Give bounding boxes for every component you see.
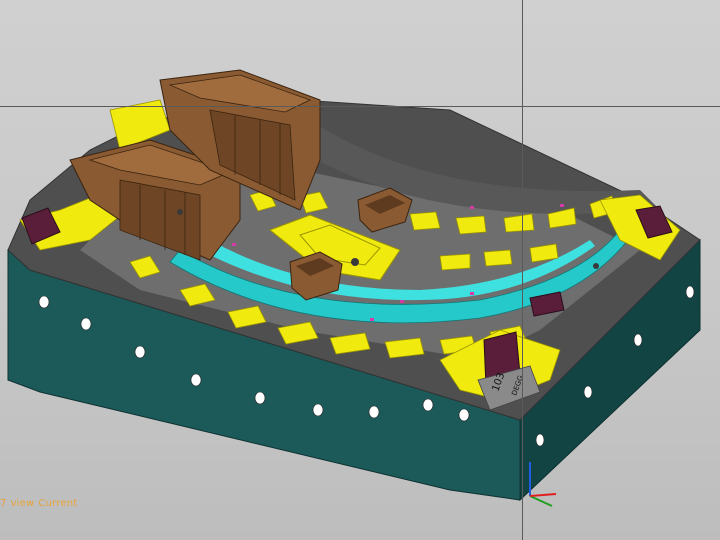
triad-x-axis	[529, 493, 557, 497]
crosshair-horizontal	[0, 106, 720, 107]
view-triad	[529, 462, 557, 507]
view-name-label: 7 view Current	[0, 498, 81, 509]
view-name: Current	[38, 498, 78, 509]
triad-y-axis	[529, 495, 553, 507]
view-word: view	[10, 498, 35, 509]
cad-model-view[interactable]: 103 DEGG	[0, 0, 720, 540]
view-prefix: 7	[0, 498, 7, 509]
graphics-viewport[interactable]: 103 DEGG 7 view Current	[0, 0, 720, 540]
boss-hole	[351, 258, 359, 266]
